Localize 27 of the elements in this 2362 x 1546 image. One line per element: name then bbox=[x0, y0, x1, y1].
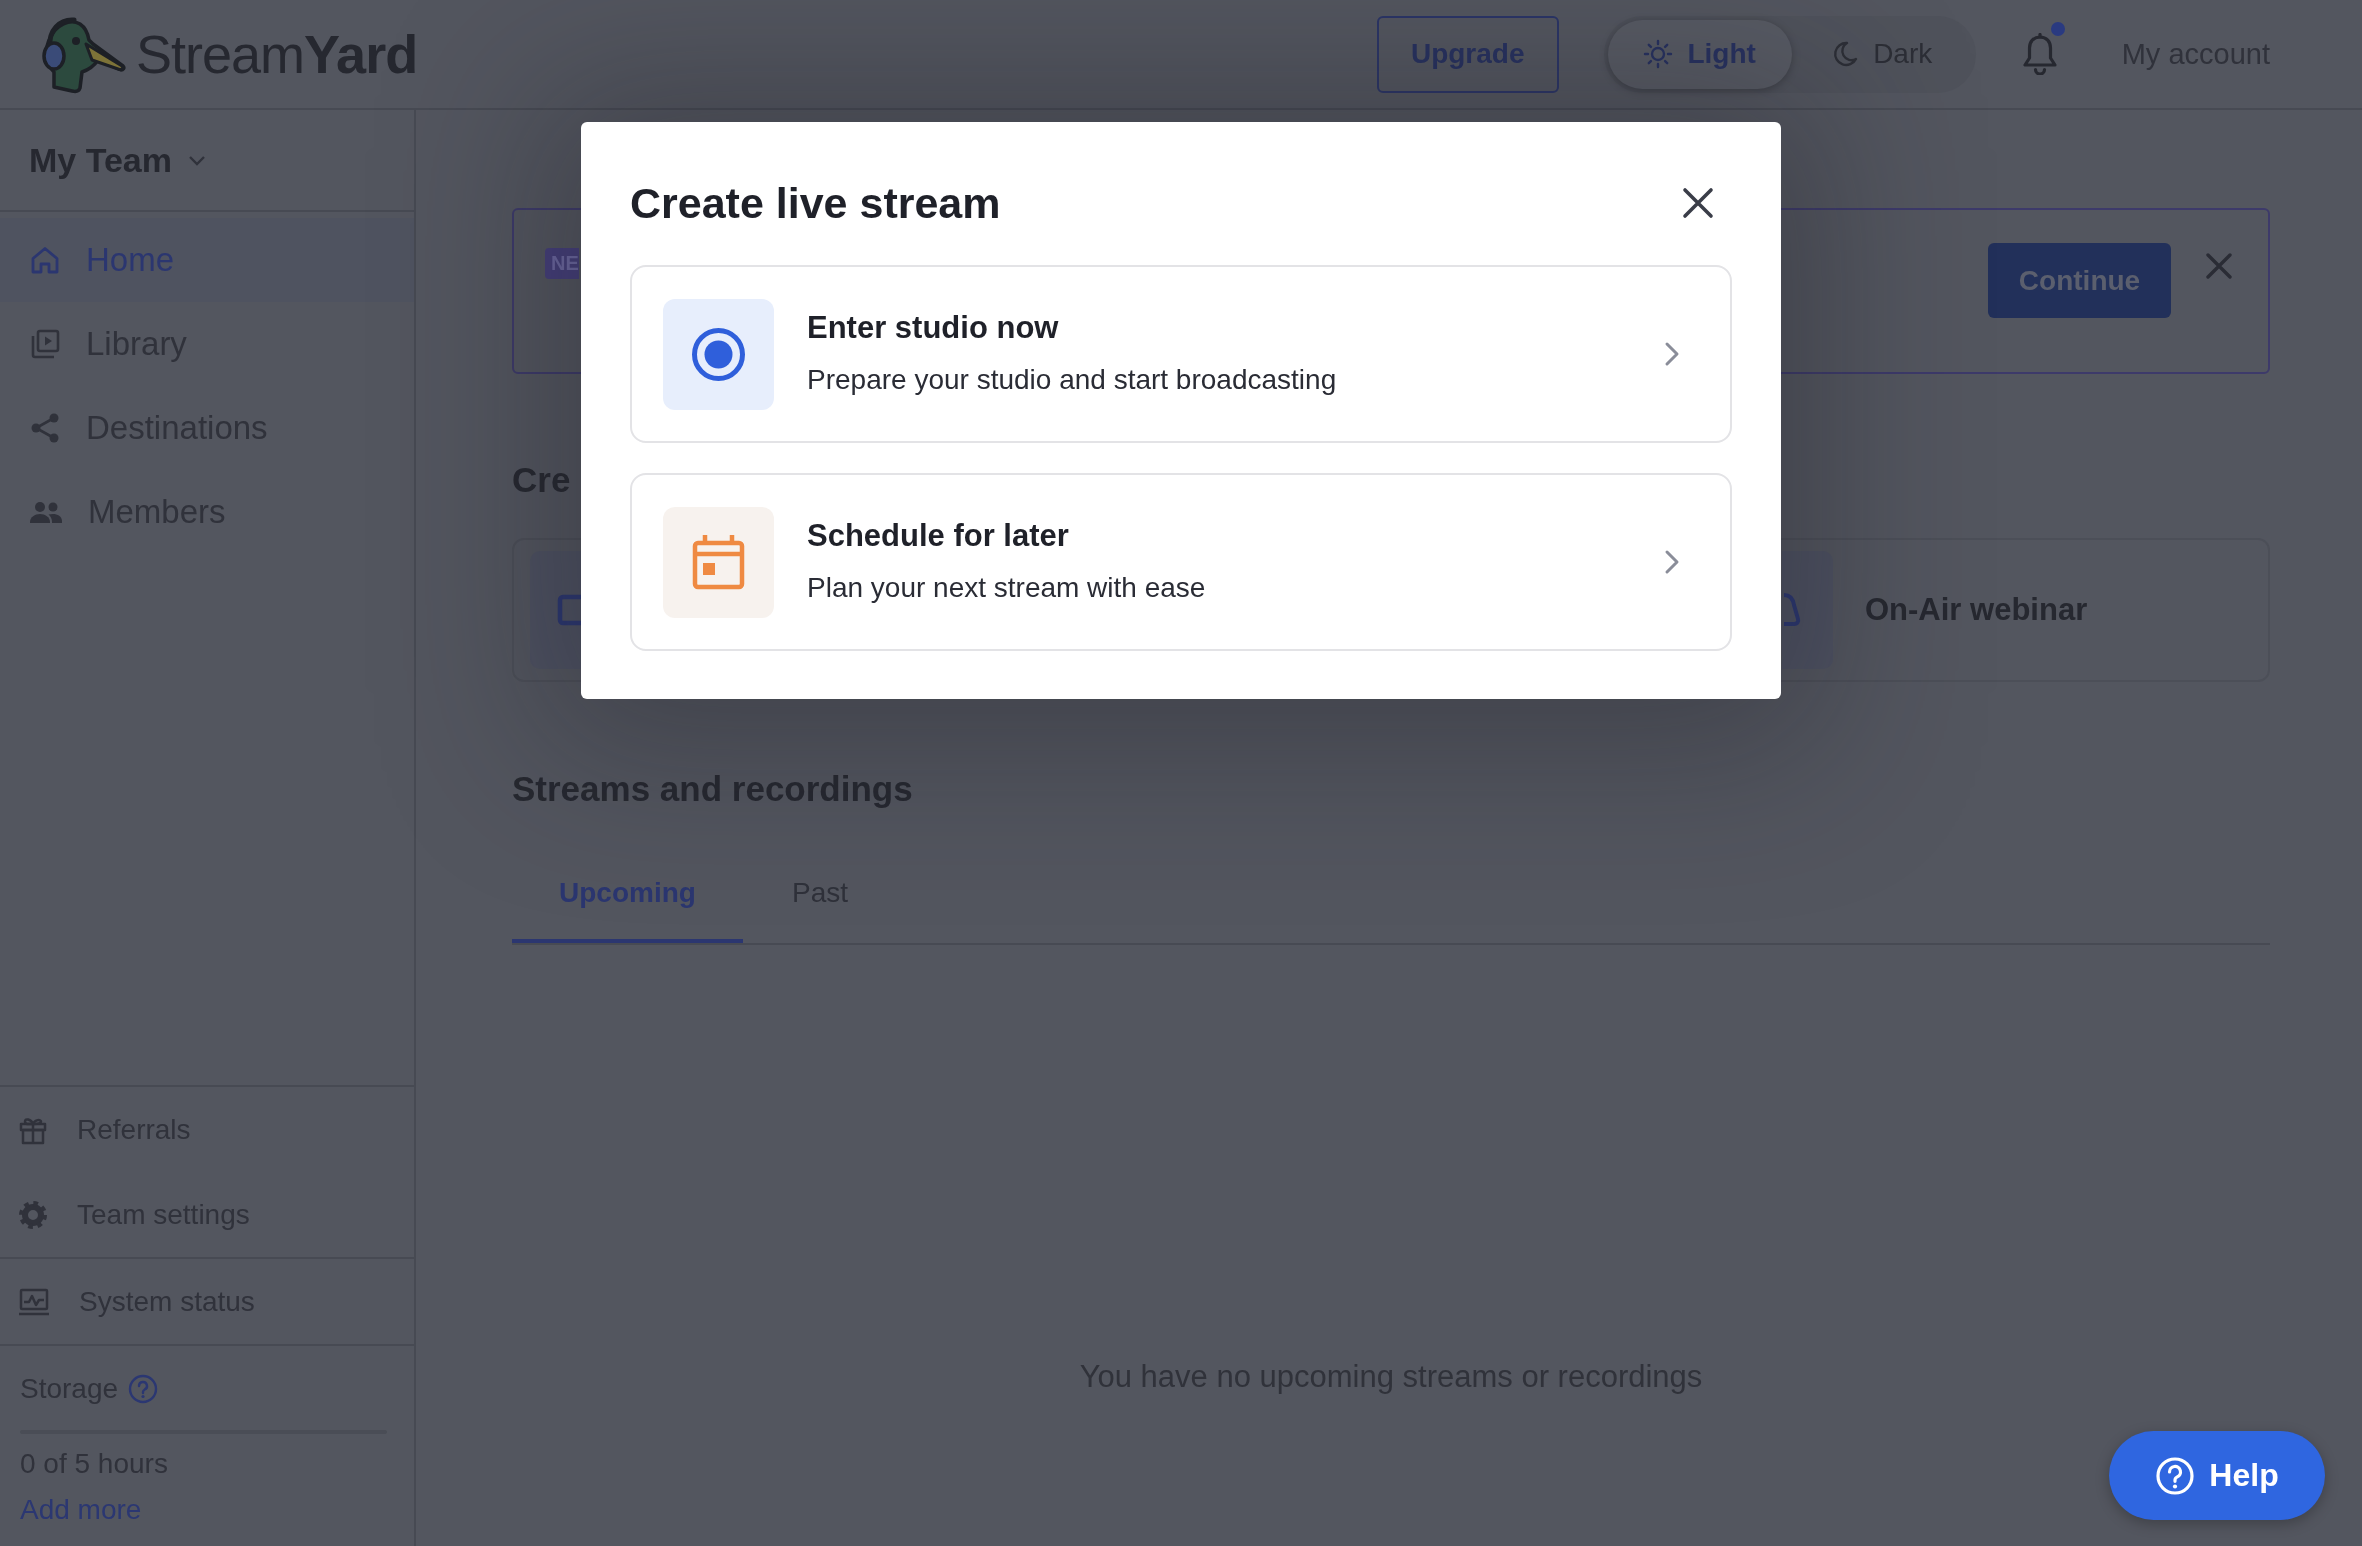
stream-option-card[interactable]: Enter studio now Prepare your studio and start broadcasting bbox=[630, 265, 1732, 443]
moon-icon bbox=[1831, 40, 1860, 68]
close-icon[interactable] bbox=[1682, 187, 1714, 219]
option-title: Enter studio now bbox=[807, 309, 1059, 347]
continue-button[interactable]: Continue bbox=[1988, 243, 2171, 318]
stream-option-card[interactable]: Schedule for later Plan your next stream with ease bbox=[630, 473, 1732, 651]
chevron-right-icon bbox=[1664, 341, 1680, 367]
chevron-right-icon bbox=[1664, 549, 1680, 575]
help-button[interactable]: Help bbox=[2109, 1431, 2325, 1520]
sun-icon bbox=[1643, 39, 1674, 69]
monitor-pulse-icon bbox=[18, 1286, 50, 1317]
help-icon[interactable] bbox=[128, 1374, 159, 1404]
option-title: Schedule for later bbox=[807, 517, 1069, 555]
share-icon bbox=[29, 412, 61, 444]
help-icon bbox=[2155, 1455, 2196, 1496]
duck-icon bbox=[40, 14, 126, 94]
gear-icon bbox=[18, 1199, 48, 1230]
record-icon bbox=[663, 298, 774, 410]
bell-icon[interactable] bbox=[2021, 33, 2058, 75]
calendar-icon bbox=[663, 506, 774, 618]
video-stack-icon bbox=[29, 328, 61, 360]
chevron-down-icon bbox=[188, 154, 206, 166]
notification-dot-icon bbox=[2050, 22, 2065, 36]
option-description: Prepare your studio and start broadcasting bbox=[807, 363, 1337, 397]
dialog-title: Create live stream bbox=[630, 178, 1001, 228]
home-icon bbox=[29, 244, 61, 276]
option-description: Plan your next stream with ease bbox=[807, 571, 1206, 605]
